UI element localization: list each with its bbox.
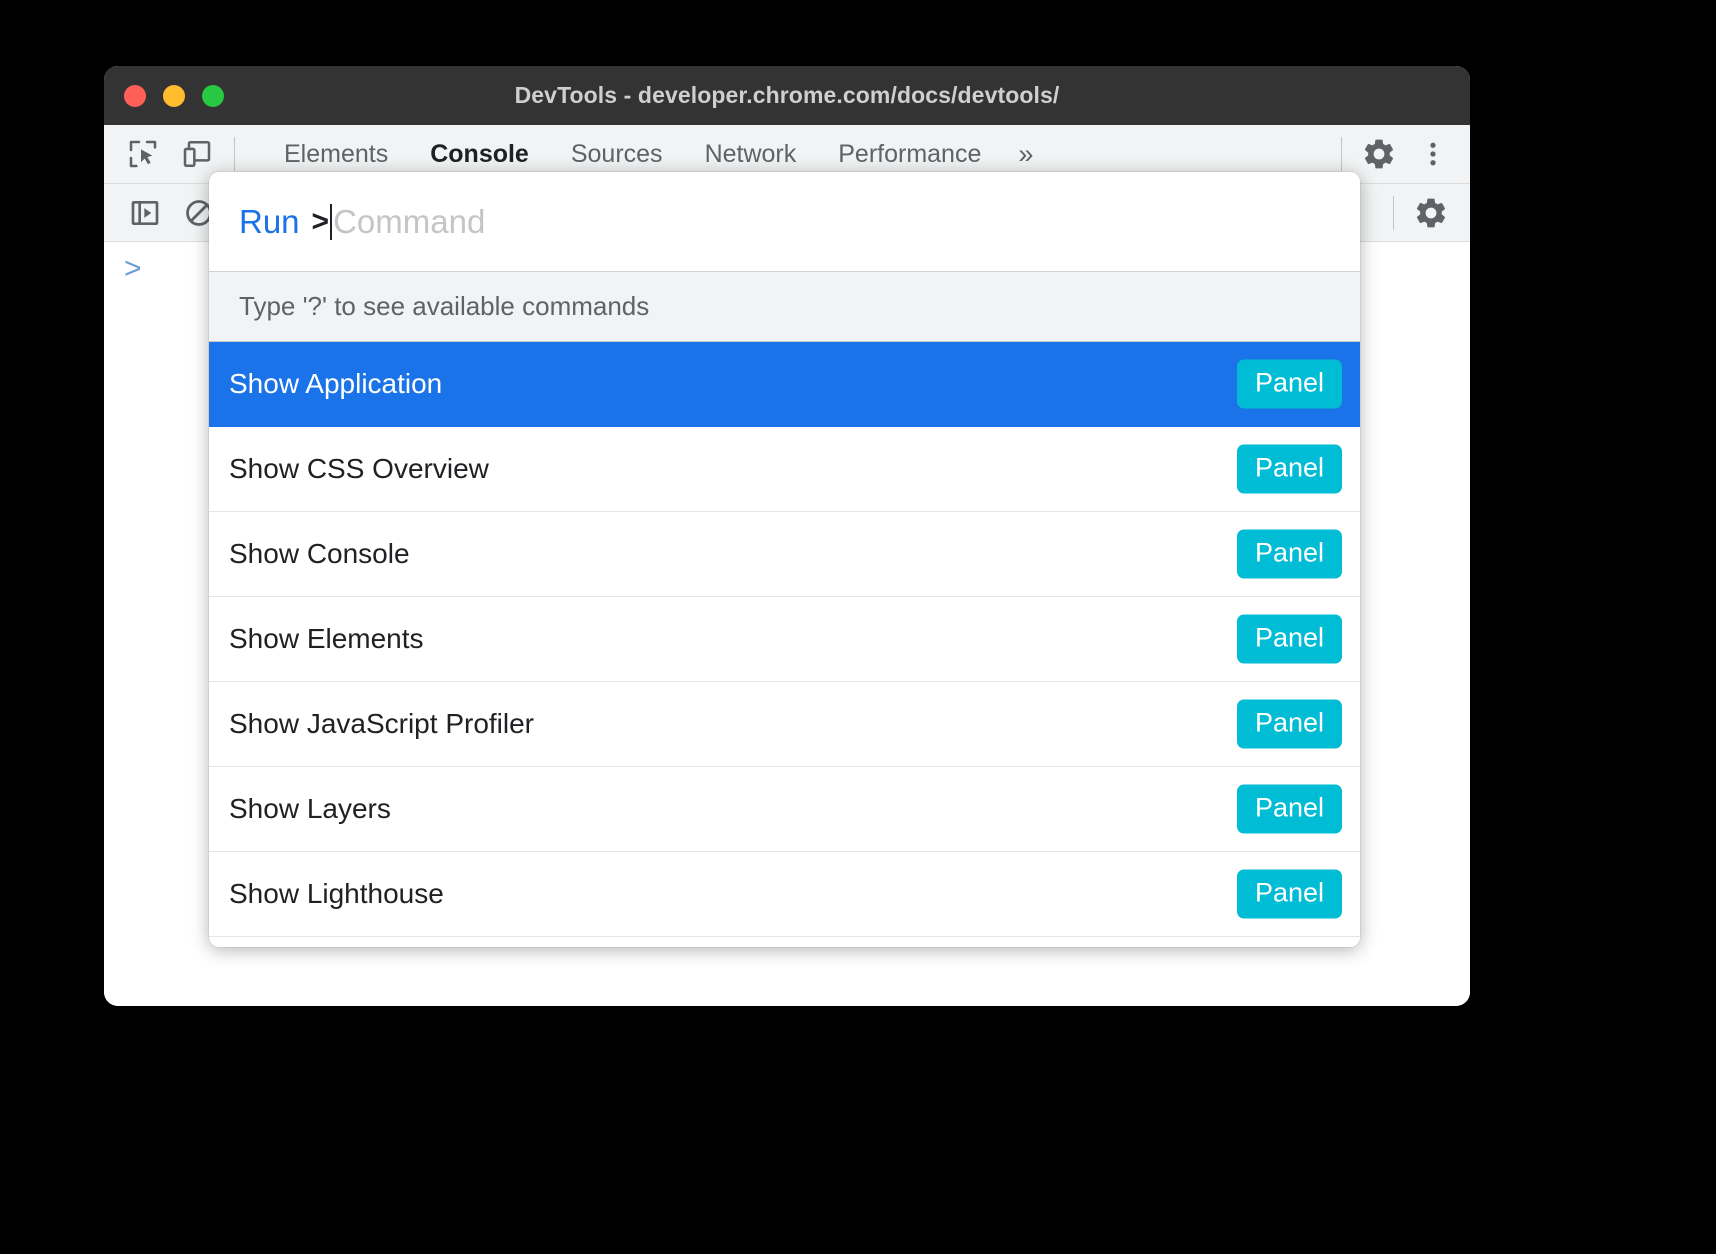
result-title: Show Console xyxy=(229,538,410,569)
command-palette-input[interactable]: Run > Command xyxy=(209,172,1360,272)
result-title: Show CSS Overview xyxy=(229,453,489,484)
prefix-gt-symbol: > xyxy=(311,204,330,238)
status-badge: Panel xyxy=(1236,784,1342,834)
list-item[interactable]: Show Application Panel xyxy=(209,342,1360,427)
command-palette-results: Show Application Panel Show CSS Overview… xyxy=(209,342,1360,947)
result-title: Show Application xyxy=(229,368,443,399)
status-badge: Panel xyxy=(1236,529,1342,579)
toolbar-divider-right xyxy=(1341,137,1342,171)
console-toolbar-right xyxy=(1383,184,1458,241)
close-button[interactable] xyxy=(124,84,146,107)
status-badge: Panel xyxy=(1236,699,1342,749)
result-title: Show Elements xyxy=(229,623,424,654)
title-bar: DevTools - developer.chrome.com/docs/dev… xyxy=(104,66,1470,125)
command-input-placeholder: Command xyxy=(333,202,486,240)
list-item[interactable]: Show Layers Panel xyxy=(209,767,1360,852)
maximize-button[interactable] xyxy=(202,84,224,107)
command-palette: Run > Command Type '?' to see available … xyxy=(209,172,1360,947)
run-label: Run xyxy=(239,202,300,240)
result-title: Show Layers xyxy=(229,793,391,824)
traffic-lights xyxy=(124,66,224,125)
command-palette-hint: Type '?' to see available commands xyxy=(209,272,1360,342)
status-badge: Panel xyxy=(1236,869,1342,919)
result-title: Show Lighthouse xyxy=(229,878,444,909)
text-caret xyxy=(330,203,333,240)
gear-icon[interactable] xyxy=(1404,184,1458,242)
list-item[interactable]: Show Lighthouse Panel xyxy=(209,852,1360,937)
console-prompt-chevron: > xyxy=(124,252,142,285)
devtools-window: DevTools - developer.chrome.com/docs/dev… xyxy=(104,66,1470,1006)
toolbar-divider xyxy=(234,137,235,171)
console-sidebar-icon[interactable] xyxy=(118,184,172,242)
console-toolbar-divider xyxy=(1393,195,1394,230)
list-item[interactable]: Show JavaScript Profiler Panel xyxy=(209,682,1360,767)
window-title: DevTools - developer.chrome.com/docs/dev… xyxy=(514,82,1060,108)
list-item[interactable]: Show Console Panel xyxy=(209,512,1360,597)
minimize-button[interactable] xyxy=(163,84,185,107)
result-title: Show JavaScript Profiler xyxy=(229,708,535,739)
inspect-element-icon[interactable] xyxy=(116,125,170,183)
list-item-partial[interactable]: Panel xyxy=(209,937,1360,947)
status-badge: Panel xyxy=(1236,359,1342,409)
command-prefix: > xyxy=(311,203,333,240)
kebab-menu-icon[interactable] xyxy=(1406,125,1460,183)
status-badge: Panel xyxy=(1236,614,1342,664)
list-item[interactable]: Show Elements Panel xyxy=(209,597,1360,682)
status-badge: Panel xyxy=(1236,444,1342,494)
list-item[interactable]: Show CSS Overview Panel xyxy=(209,427,1360,512)
gear-icon[interactable] xyxy=(1352,125,1406,183)
